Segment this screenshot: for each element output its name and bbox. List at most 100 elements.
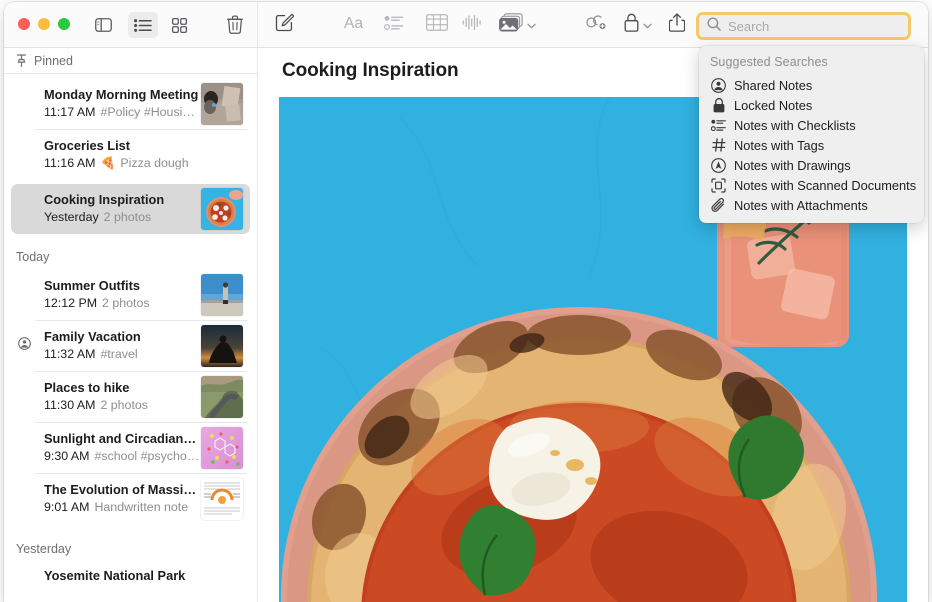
- section-label: Pinned: [34, 54, 73, 68]
- search-icon: [707, 17, 721, 36]
- pin-icon: [16, 54, 27, 67]
- section-label: Today: [16, 250, 49, 264]
- sidebar-toggle-button[interactable]: [88, 12, 118, 38]
- note-text: Monday Morning Meeting 11:17 AM #Policy …: [35, 87, 201, 121]
- section-header-today: Today: [4, 244, 257, 270]
- format-Aa-icon: Aa: [344, 14, 370, 36]
- note-title: Groceries List: [44, 138, 250, 154]
- note-time: 9:30 AM: [44, 448, 89, 465]
- checklist-button[interactable]: [384, 10, 404, 40]
- audio-record-button[interactable]: [462, 10, 482, 40]
- list-item[interactable]: Yosemite National Park: [11, 562, 250, 590]
- media-photos-icon: [499, 13, 523, 37]
- suggested-search-item-4[interactable]: Notes with Drawings: [699, 155, 924, 175]
- insert-table-button[interactable]: [426, 10, 448, 40]
- shared-person-icon: [18, 337, 31, 355]
- paperclip-icon: [710, 197, 727, 213]
- maximize-button[interactable]: [58, 18, 70, 30]
- note-title: The Evolution of Massi…: [44, 482, 201, 498]
- section-header-pinned: Pinned: [4, 48, 257, 74]
- suggested-search-item-1[interactable]: Locked Notes: [699, 95, 924, 115]
- list-view-icon: [134, 19, 152, 32]
- lock-icon: [710, 97, 727, 113]
- note-meta: Yesterday 2 photos: [44, 209, 201, 226]
- note-meta: 11:30 AM 2 photos: [44, 397, 201, 414]
- window-traffic-lights: [18, 18, 70, 30]
- note-title: Yosemite National Park: [44, 568, 250, 584]
- note-meta: 11:17 AM #Policy #Housing…: [44, 104, 201, 121]
- note-title: Family Vacation: [44, 329, 201, 345]
- note-subtitle: Handwritten note: [94, 499, 188, 516]
- note-title: Monday Morning Meeting: [44, 87, 201, 103]
- delete-note-button[interactable]: [220, 11, 250, 37]
- list-view-button[interactable]: [128, 12, 158, 38]
- list-item[interactable]: Groceries List 11:16 AM 🍕 Pizza dough: [11, 130, 250, 180]
- search-field-wrapper[interactable]: [696, 12, 911, 40]
- share-button[interactable]: [669, 10, 685, 40]
- chevron-down-icon[interactable]: [527, 16, 536, 34]
- note-time: 11:30 AM: [44, 397, 95, 414]
- toolbar-left-section: [4, 2, 258, 47]
- note-text: Sunlight and Circadian… 9:30 AM #school …: [35, 431, 201, 465]
- note-text: Cooking Inspiration Yesterday 2 photos: [35, 192, 201, 226]
- search-input[interactable]: [728, 19, 898, 34]
- note-time: 11:32 AM: [44, 346, 95, 363]
- hashtag-icon: [710, 137, 727, 153]
- note-time: 11:17 AM: [44, 104, 95, 121]
- table-icon: [426, 14, 448, 36]
- suggested-search-label: Shared Notes: [734, 78, 812, 93]
- collaborate-button[interactable]: [584, 10, 609, 40]
- toolbar: Aa: [4, 2, 928, 48]
- list-item[interactable]: Places to hike 11:30 AM 2 photos: [11, 372, 250, 422]
- compose-note-button[interactable]: [275, 10, 294, 40]
- chevron-down-icon[interactable]: [643, 16, 652, 34]
- suggested-search-item-5[interactable]: Notes with Scanned Documents: [699, 175, 924, 195]
- gallery-view-button[interactable]: [164, 12, 194, 38]
- format-text-button[interactable]: Aa: [344, 10, 370, 40]
- note-thumbnail: [201, 427, 243, 469]
- shared-person-icon: [710, 77, 727, 93]
- section-label: Yesterday: [16, 542, 71, 556]
- suggested-search-item-0[interactable]: Shared Notes: [699, 75, 924, 95]
- lock-icon: [624, 13, 639, 37]
- search-field[interactable]: [699, 15, 908, 37]
- list-item[interactable]: Monday Morning Meeting 11:17 AM #Policy …: [11, 79, 250, 129]
- note-emoji: 🍕: [100, 155, 115, 172]
- note-subtitle: 2 photos: [104, 209, 152, 226]
- list-item[interactable]: Sunlight and Circadian… 9:30 AM #school …: [11, 423, 250, 473]
- notes-list-sidebar[interactable]: Pinned Monday Morning Meeting 11:17 AM #…: [4, 48, 258, 602]
- note-time: 9:01 AM: [44, 499, 89, 516]
- suggested-search-label: Notes with Checklists: [734, 118, 856, 133]
- suggested-searches-dropdown[interactable]: Suggested SearchesShared NotesLocked Not…: [699, 46, 924, 223]
- note-thumbnail: [201, 83, 243, 125]
- note-subtitle: #school #psychol…: [94, 448, 201, 465]
- list-item-selected[interactable]: Cooking Inspiration Yesterday 2 photos: [11, 184, 250, 234]
- drawing-pen-icon: [710, 157, 727, 173]
- insert-media-button[interactable]: [499, 10, 536, 40]
- close-button[interactable]: [18, 18, 30, 30]
- note-title: Sunlight and Circadian…: [44, 431, 201, 447]
- suggested-search-item-6[interactable]: Notes with Attachments: [699, 195, 924, 215]
- suggested-search-label: Notes with Scanned Documents: [734, 178, 916, 193]
- note-meta: 11:16 AM 🍕 Pizza dough: [44, 155, 250, 172]
- minimize-button[interactable]: [38, 18, 50, 30]
- note-time: 11:16 AM: [44, 155, 95, 172]
- note-text: Groceries List 11:16 AM 🍕 Pizza dough: [35, 138, 250, 172]
- note-thumbnail: [201, 274, 243, 316]
- trash-icon: [227, 15, 243, 34]
- scan-document-icon: [710, 177, 727, 193]
- suggested-search-item-3[interactable]: Notes with Tags: [699, 135, 924, 155]
- lock-note-button[interactable]: [624, 10, 652, 40]
- list-item[interactable]: The Evolution of Massi… 9:01 AM Handwrit…: [11, 474, 250, 524]
- list-item[interactable]: Family Vacation 11:32 AM #travel: [11, 321, 250, 371]
- suggested-search-item-2[interactable]: Notes with Checklists: [699, 115, 924, 135]
- list-item[interactable]: Summer Outfits 12:12 PM 2 photos: [11, 270, 250, 320]
- note-text: Yosemite National Park: [35, 568, 250, 584]
- suggested-search-label: Locked Notes: [734, 98, 812, 113]
- share-icon: [669, 13, 685, 37]
- note-badge-shared: [13, 337, 35, 355]
- note-subtitle: 2 photos: [100, 397, 148, 414]
- checklist-icon: [384, 15, 404, 36]
- gallery-view-icon: [172, 18, 187, 33]
- notes-window: Aa: [4, 2, 928, 602]
